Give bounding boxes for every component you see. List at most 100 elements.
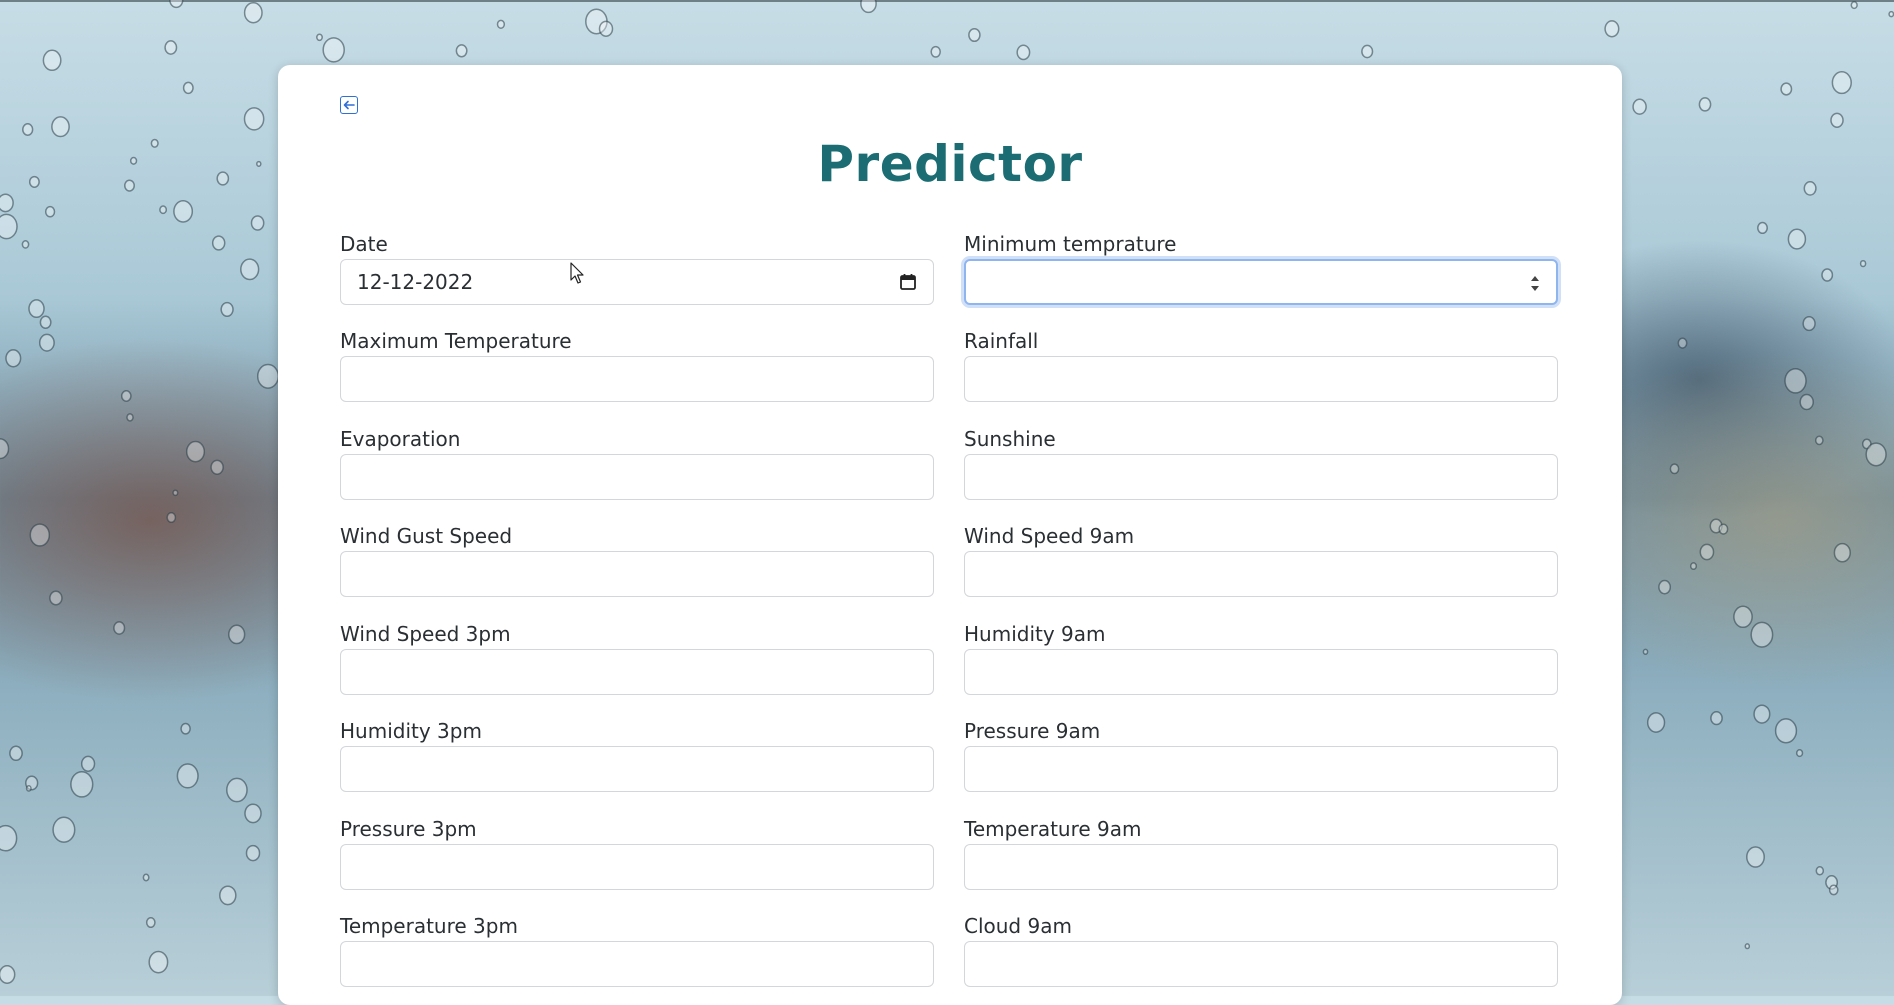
field-label: Cloud 9am xyxy=(964,914,1072,938)
back-arrow-icon xyxy=(343,100,355,110)
raindrop xyxy=(172,489,179,497)
raindrop xyxy=(150,138,159,148)
raindrop xyxy=(129,156,138,165)
raindrop xyxy=(51,116,70,138)
raindrop xyxy=(25,785,32,792)
raindrop xyxy=(219,885,237,906)
field-label: Pressure 3pm xyxy=(340,817,477,841)
calendar-icon[interactable] xyxy=(899,273,917,291)
field-label: Evaporation xyxy=(340,427,461,451)
evaporation-input[interactable] xyxy=(340,454,934,500)
raindrop xyxy=(322,37,345,63)
raindrop xyxy=(1642,648,1649,655)
raindrop xyxy=(38,333,55,352)
raindrop xyxy=(159,205,168,215)
spinner-up-icon[interactable] xyxy=(1530,274,1540,282)
raindrop xyxy=(169,0,184,9)
raindrop xyxy=(930,45,941,58)
raindrop xyxy=(1016,44,1031,61)
field-label: Pressure 9am xyxy=(964,719,1101,743)
raindrop xyxy=(1699,543,1715,561)
raindrop xyxy=(28,175,40,188)
raindrop xyxy=(120,390,132,402)
raindrop xyxy=(176,763,199,789)
raindrop xyxy=(1833,542,1851,563)
field-label: Wind Gust Speed xyxy=(340,524,513,548)
raindrop xyxy=(1850,1,1858,10)
back-button[interactable] xyxy=(340,96,358,114)
raindrop xyxy=(148,950,169,974)
cloud-9am-input[interactable] xyxy=(964,941,1558,987)
sunshine-input[interactable] xyxy=(964,454,1558,500)
pressure-3pm-input[interactable] xyxy=(340,844,934,890)
wind-speed-9am-input[interactable] xyxy=(964,551,1558,597)
rainfall-input[interactable] xyxy=(964,356,1558,402)
field-label: Humidity 9am xyxy=(964,622,1106,646)
wind-gust-speed-input[interactable] xyxy=(340,551,934,597)
pressure-9am-input[interactable] xyxy=(964,746,1558,792)
raindrop xyxy=(1830,112,1844,128)
raindrop xyxy=(240,258,260,281)
raindrop xyxy=(1689,562,1698,571)
raindrop xyxy=(1799,393,1814,411)
raindrop xyxy=(244,803,262,824)
temperature-3pm-input[interactable] xyxy=(340,941,934,987)
min-temperature-input[interactable] xyxy=(964,259,1558,305)
raindrop xyxy=(316,33,323,42)
raindrop xyxy=(1802,316,1816,332)
humidity-9am-input[interactable] xyxy=(964,649,1558,695)
field-min-temperature: Minimum temprature xyxy=(964,231,1558,305)
raindrop xyxy=(182,81,194,95)
raindrop xyxy=(210,459,224,475)
raindrop xyxy=(22,123,34,136)
field-max-temperature: Maximum Temperature xyxy=(340,328,934,402)
date-input[interactable]: 12-12-2022 xyxy=(340,259,934,305)
raindrop xyxy=(39,315,52,330)
field-evaporation: Evaporation xyxy=(340,426,934,500)
field-label: Minimum temprature xyxy=(964,232,1177,256)
raindrop xyxy=(598,20,614,37)
raindrop xyxy=(124,179,135,192)
raindrop xyxy=(496,19,506,29)
field-wind-speed-9am: Wind Speed 9am xyxy=(964,523,1558,597)
raindrop xyxy=(1658,579,1672,595)
raindrop xyxy=(1803,181,1817,196)
humidity-3pm-input[interactable] xyxy=(340,746,934,792)
raindrop xyxy=(1744,943,1751,950)
field-label: Temperature 3pm xyxy=(340,914,518,938)
raindrop xyxy=(173,200,194,223)
raindrop xyxy=(166,511,177,524)
field-temperature-3pm: Temperature 3pm xyxy=(340,913,934,987)
raindrop xyxy=(211,235,226,251)
raindrop xyxy=(1784,367,1807,394)
raindrop xyxy=(29,523,51,547)
raindrop xyxy=(0,438,10,460)
field-label: Wind Speed 9am xyxy=(964,524,1135,548)
wind-speed-3pm-input[interactable] xyxy=(340,649,934,695)
raindrop xyxy=(1815,866,1825,876)
field-rainfall: Rainfall xyxy=(964,328,1558,402)
field-label: Humidity 3pm xyxy=(340,719,482,743)
raindrop xyxy=(145,916,156,929)
raindrop xyxy=(42,49,62,72)
max-temperature-input[interactable] xyxy=(340,356,934,402)
raindrop xyxy=(243,1,263,24)
raindrop xyxy=(1698,97,1712,112)
field-label: Wind Speed 3pm xyxy=(340,622,511,646)
field-label: Sunshine xyxy=(964,427,1056,451)
spinner-down-icon[interactable] xyxy=(1530,285,1540,293)
raindrop xyxy=(1787,228,1807,250)
field-label: Rainfall xyxy=(964,329,1039,353)
field-date: Date 12-12-2022 xyxy=(340,231,934,305)
temperature-9am-input[interactable] xyxy=(964,844,1558,890)
raindrop xyxy=(228,624,246,645)
raindrop xyxy=(1865,442,1887,467)
field-humidity-9am: Humidity 9am xyxy=(964,621,1558,695)
raindrop xyxy=(5,349,22,368)
number-spinner[interactable] xyxy=(1528,269,1542,297)
raindrop xyxy=(1753,704,1771,724)
raindrop xyxy=(1757,221,1768,235)
raindrop xyxy=(44,205,56,218)
raindrop xyxy=(49,590,63,606)
page-title: Predictor xyxy=(817,135,1083,193)
